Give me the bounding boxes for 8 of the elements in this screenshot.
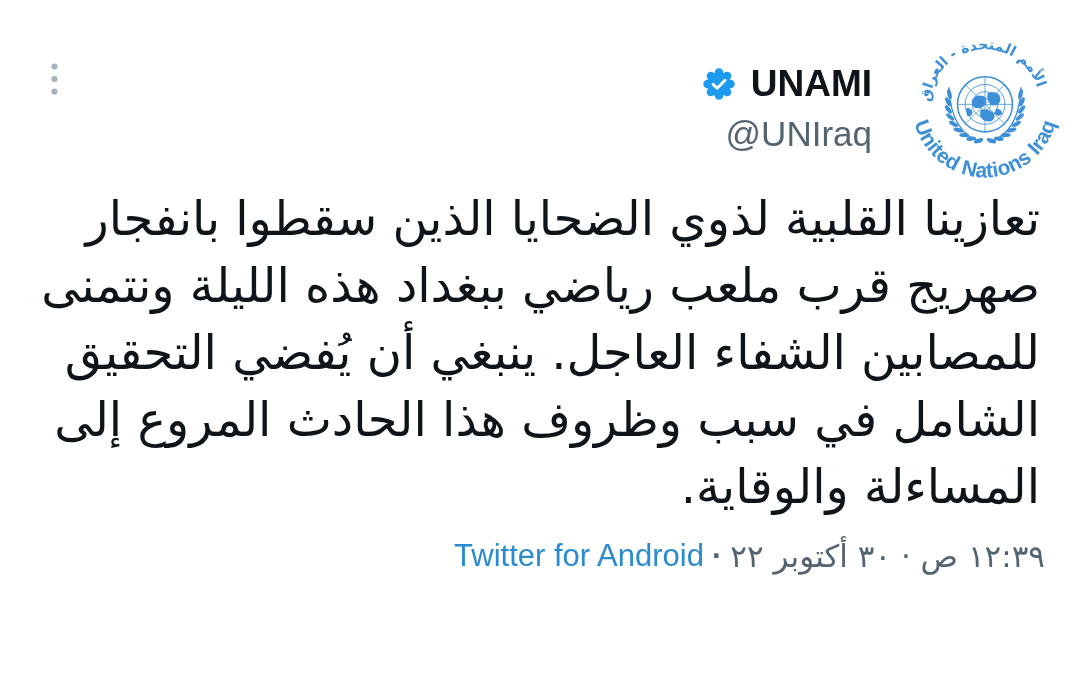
source-link[interactable]: Twitter for Android [454,534,704,578]
author-handle: @UNIraq [725,113,872,155]
tweet-text: تعازينا القلبية لذوي الضحايا الذين سقطوا بانفجار صهريج قرب ملعب رياضي ببغداد هذه الليلة ونتمنى للمصابين الشفاء العاجل. ينبغي أن يُفضي التحقيق الشامل في سبب وظروف هذا الحادث المروع إلى المساءلة والوقاية. [40,189,1041,517]
tweet-timestamp: ١٢:٣٩ ص · ٣٠ أكتوبر ٢٢ [730,535,1045,577]
separator-dot: · [711,537,723,575]
author-name: UNAMI [750,62,872,106]
logo-arabic-text: الأمم المتحدة - العراق [916,36,1050,103]
more-options-icon[interactable] [51,63,58,95]
